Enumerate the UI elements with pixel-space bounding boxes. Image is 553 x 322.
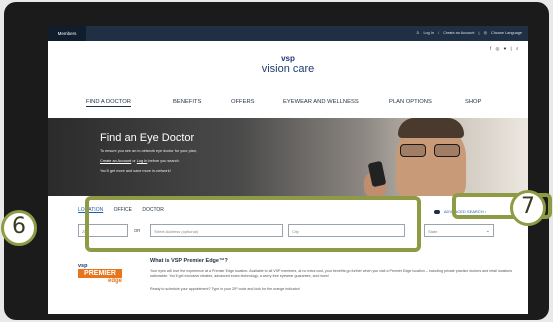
premier-edge-title: What is VSP Premier Edge™?: [150, 258, 228, 264]
top-links: ♙ Log In / Create an Account | ◎ Choose …: [413, 26, 522, 41]
device-frame: Members ♙ Log In / Create an Account | ◎…: [4, 2, 549, 320]
hero-text-line1: To ensure you see an in-network eye doct…: [100, 149, 197, 153]
premier-logo-premier: PREMIER: [78, 269, 122, 278]
glasses-lens-right: [434, 144, 460, 157]
nav-shop[interactable]: SHOP: [465, 99, 481, 105]
callout-box-search-fields: [85, 196, 421, 252]
create-account-link[interactable]: Create an Account: [443, 31, 474, 35]
hero-login-link[interactable]: Log In: [137, 159, 148, 163]
top-utility-bar: Members ♙ Log In / Create an Account | ◎…: [48, 26, 528, 41]
state-select[interactable]: State ⌄: [424, 224, 494, 237]
hero-create-account-link[interactable]: Create an Account: [100, 159, 131, 163]
callout-badge-7: 7: [510, 190, 546, 226]
logo-brand: vsp: [281, 54, 295, 63]
social-icons[interactable]: f ◎ ♥ | ⌕: [490, 46, 520, 52]
hero-line2-suffix: before you search.: [148, 159, 180, 163]
hero-glasses: [400, 144, 462, 157]
hero-title: Find an Eye Doctor: [100, 132, 195, 144]
members-tab[interactable]: Members: [48, 26, 86, 41]
vsp-logo[interactable]: vsp vision care: [48, 54, 528, 76]
toggle-icon: [434, 209, 440, 214]
login-separator: /: [438, 31, 440, 35]
nav-plan-options[interactable]: PLAN OPTIONS: [389, 99, 432, 105]
nav-benefits[interactable]: BENEFITS: [173, 99, 201, 105]
globe-icon: ◎: [483, 31, 487, 35]
premier-edge-logo: vsp PREMIER edge: [78, 263, 124, 285]
hero-text-line3: You'll get more and save more in-network…: [100, 169, 171, 173]
premier-edge-body: Your eyes will love the experience at a …: [150, 269, 513, 278]
callout-badge-6: 6: [1, 210, 37, 246]
hero-or-text: or: [132, 159, 136, 163]
premier-logo-edge: edge: [107, 278, 122, 284]
nav-offers[interactable]: OFFERS: [231, 99, 255, 105]
choose-language-link[interactable]: Choose Language: [491, 31, 522, 35]
premier-edge-cta: Ready to schedule your appointment? Type…: [150, 287, 300, 291]
chevron-down-icon: ⌄: [485, 228, 490, 234]
hero-banner: Find an Eye Doctor To ensure you see an …: [48, 118, 528, 196]
top-divider: |: [478, 31, 480, 35]
login-link[interactable]: Log In: [423, 31, 434, 35]
main-nav: FIND A DOCTOR BENEFITS OFFERS EYEWEAR AN…: [86, 99, 486, 111]
hero-text-line2: Create an Account or Log In before you s…: [100, 159, 180, 163]
glasses-lens-left: [400, 144, 426, 157]
state-placeholder: State: [428, 229, 438, 234]
browser-screen: Members ♙ Log In / Create an Account | ◎…: [48, 26, 528, 314]
nav-eyewear-and-wellness[interactable]: EYEWEAR AND WELLNESS: [283, 99, 359, 105]
nav-find-a-doctor[interactable]: FIND A DOCTOR: [86, 99, 131, 107]
hero-man-hair: [398, 118, 464, 138]
user-icon: ♙: [415, 31, 420, 35]
logo-product: vision care: [261, 63, 315, 75]
